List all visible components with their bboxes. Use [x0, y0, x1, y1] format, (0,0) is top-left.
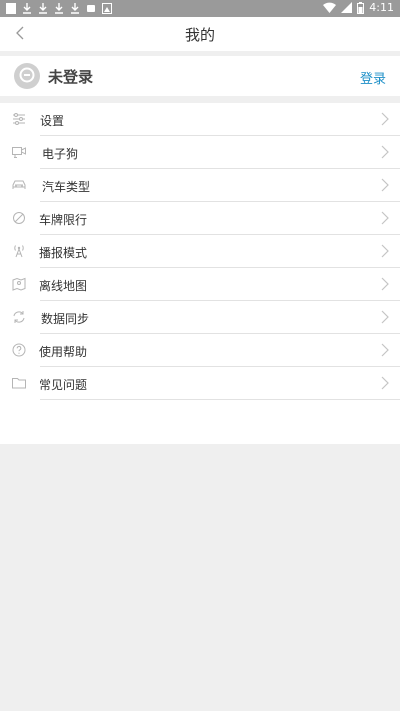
help-icon: [12, 343, 26, 357]
menu-item-settings[interactable]: 设置: [0, 103, 400, 136]
dashcam-icon: [12, 147, 26, 158]
menu-item-faq[interactable]: 常见问题: [0, 367, 400, 400]
chevron-right-icon: [381, 178, 389, 192]
menu-item-label: 使用帮助: [39, 345, 88, 359]
menu-item-data-sync[interactable]: 数据同步: [0, 301, 400, 334]
chevron-right-icon: [381, 376, 389, 390]
faq-book-icon: [12, 378, 26, 389]
car-icon: [12, 180, 26, 189]
menu-item-help[interactable]: 使用帮助: [0, 334, 400, 367]
battery-icon: [357, 1, 365, 14]
top-bar: 我的: [0, 17, 400, 51]
chevron-right-icon: [381, 145, 389, 159]
offline-map-icon: [12, 277, 26, 291]
menu-item-broadcast-mode[interactable]: 播报模式: [0, 235, 400, 268]
profile-row: 未登录 登录: [0, 56, 400, 96]
square-icon: [6, 2, 16, 14]
menu-item-label: 电子狗: [42, 147, 79, 161]
menu-item-dashcam[interactable]: 电子狗: [0, 136, 400, 169]
menu-list: 设置 电子狗 汽车类型 车牌限行 播报模式 离线地图 数据同步 使用帮助 常见问…: [0, 103, 400, 444]
chevron-right-icon: [381, 211, 389, 225]
chevron-right-icon: [381, 277, 389, 291]
sync-icon: [13, 311, 25, 323]
signal-icon: [341, 2, 353, 13]
menu-item-label: 常见问题: [39, 378, 88, 392]
chevron-right-icon: [381, 310, 389, 324]
divider: [40, 399, 400, 400]
menu-item-label: 离线地图: [39, 279, 88, 293]
login-status: 未登录: [48, 68, 94, 86]
wifi-icon: [323, 2, 337, 13]
page-title: 我的: [184, 26, 215, 44]
avatar-icon: [14, 63, 40, 89]
broadcast-icon: [14, 245, 24, 258]
clock: 4:11: [369, 1, 394, 14]
chevron-right-icon: [381, 343, 389, 357]
chevron-right-icon: [381, 112, 389, 126]
download-icon: [54, 2, 64, 14]
menu-item-car-type[interactable]: 汽车类型: [0, 169, 400, 202]
system-icons: 4:11: [323, 1, 394, 14]
settings-sliders-icon: [13, 113, 25, 125]
sd-card-icon: [86, 2, 96, 14]
login-button[interactable]: 登录: [360, 68, 386, 87]
menu-item-label: 设置: [40, 114, 65, 128]
menu-item-plate-restriction[interactable]: 车牌限行: [0, 202, 400, 235]
notification-icons: [6, 2, 112, 14]
menu-item-label: 汽车类型: [42, 180, 91, 194]
image-icon: [102, 2, 112, 14]
status-bar: 4:11: [0, 0, 400, 17]
chevron-right-icon: [381, 244, 389, 258]
menu-item-label: 播报模式: [39, 246, 88, 260]
restriction-icon: [13, 212, 25, 224]
download-icon: [70, 2, 80, 14]
menu-item-label: 车牌限行: [39, 213, 88, 227]
download-icon: [22, 2, 32, 14]
download-icon: [38, 2, 48, 14]
menu-item-offline-map[interactable]: 离线地图: [0, 268, 400, 301]
menu-item-label: 数据同步: [41, 312, 90, 326]
